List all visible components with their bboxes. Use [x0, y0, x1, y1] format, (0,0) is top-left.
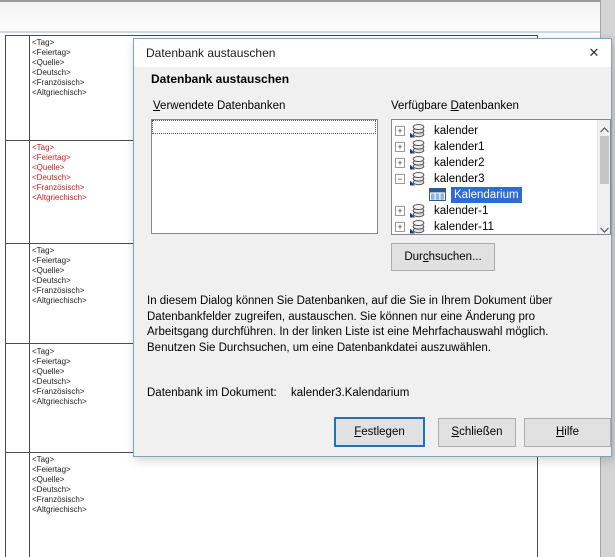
expand-icon[interactable]: + [395, 142, 405, 152]
scrollbar-thumb[interactable] [600, 136, 609, 184]
tree-item-label: kalender1 [434, 139, 485, 155]
field-placeholder-group: <Tag> <Feiertag> <Quelle> <Deutsch> <Fra… [32, 455, 87, 515]
database-in-document-label: Datenbank im Dokument: [147, 387, 277, 399]
tree-item-label: kalender3 [434, 171, 485, 187]
help-button[interactable]: Hilfe [524, 418, 611, 447]
table-row-border [5, 35, 538, 36]
table-icon [429, 188, 446, 204]
scroll-down-icon[interactable] [598, 220, 611, 234]
tree-item-kalender-11[interactable]: + kalender-11 [392, 219, 595, 235]
expand-icon[interactable]: + [395, 126, 405, 136]
available-databases-label: Verfügbare Datenbanken [391, 100, 519, 112]
tree-item-kalender1[interactable]: + kalender1 [392, 139, 595, 155]
tree-item-label-selected: Kalendarium [451, 187, 522, 203]
tree-item-label: kalender-11 [434, 219, 494, 235]
tree-item-label: kalender-1 [434, 203, 488, 219]
scroll-up-icon[interactable] [598, 120, 611, 134]
available-databases-tree[interactable]: + kalender + kalender1 + kalender2 − kal… [391, 119, 611, 235]
dialog-description: In diesem Dialog können Sie Datenbanken,… [147, 294, 552, 356]
field-placeholder-group: <Tag> <Feiertag> <Quelle> <Deutsch> <Fra… [32, 143, 87, 203]
toolbar-strip [0, 0, 615, 33]
tree-item-kalender[interactable]: + kalender [392, 123, 595, 139]
field-placeholder-group: <Tag> <Feiertag> <Quelle> <Deutsch> <Fra… [32, 347, 87, 407]
used-databases-label: Verwendete Datenbanken [153, 100, 285, 112]
close-icon[interactable]: ✕ [585, 44, 603, 62]
table-border-left [5, 35, 6, 557]
database-in-document-value: kalender3.Kalendarium [291, 387, 409, 399]
browse-button[interactable]: Durchsuchen... [391, 243, 495, 271]
collapse-icon[interactable]: − [395, 174, 405, 184]
table-column-divider [29, 35, 30, 557]
close-button[interactable]: Schließen [438, 418, 516, 447]
tree-item-kalender2[interactable]: + kalender2 [392, 155, 595, 171]
tree-item-label: kalender [434, 123, 478, 139]
dialog-titlebar[interactable]: Datenbank austauschen ✕ [134, 39, 611, 67]
expand-icon[interactable]: + [395, 222, 405, 232]
tree-item-label: kalender2 [434, 155, 485, 171]
dialog-heading: Datenbank austauschen [151, 72, 289, 86]
dialog-title: Datenbank austauschen [146, 46, 275, 60]
tree-scrollbar[interactable] [597, 120, 610, 234]
expand-icon[interactable]: + [395, 206, 405, 216]
application-window: <Tag> <Feiertag> <Quelle> <Deutsch> <Fra… [0, 0, 615, 557]
tree-item-kalendarium[interactable]: Kalendarium [392, 187, 595, 203]
expand-icon[interactable]: + [395, 158, 405, 168]
tree-item-kalender-1[interactable]: + kalender-1 [392, 203, 595, 219]
field-placeholder-group: <Tag> <Feiertag> <Quelle> <Deutsch> <Fra… [32, 246, 87, 306]
exchange-database-dialog: Datenbank austauschen ✕ Datenbank austau… [133, 38, 612, 457]
list-focus-row[interactable] [153, 121, 375, 133]
tree-item-kalender3[interactable]: − kalender3 [392, 171, 595, 187]
used-databases-list[interactable] [151, 119, 378, 234]
field-placeholder-group: <Tag> <Feiertag> <Quelle> <Deutsch> <Fra… [32, 38, 87, 98]
database-icon [409, 220, 426, 237]
apply-button[interactable]: Festlegen [334, 417, 425, 447]
